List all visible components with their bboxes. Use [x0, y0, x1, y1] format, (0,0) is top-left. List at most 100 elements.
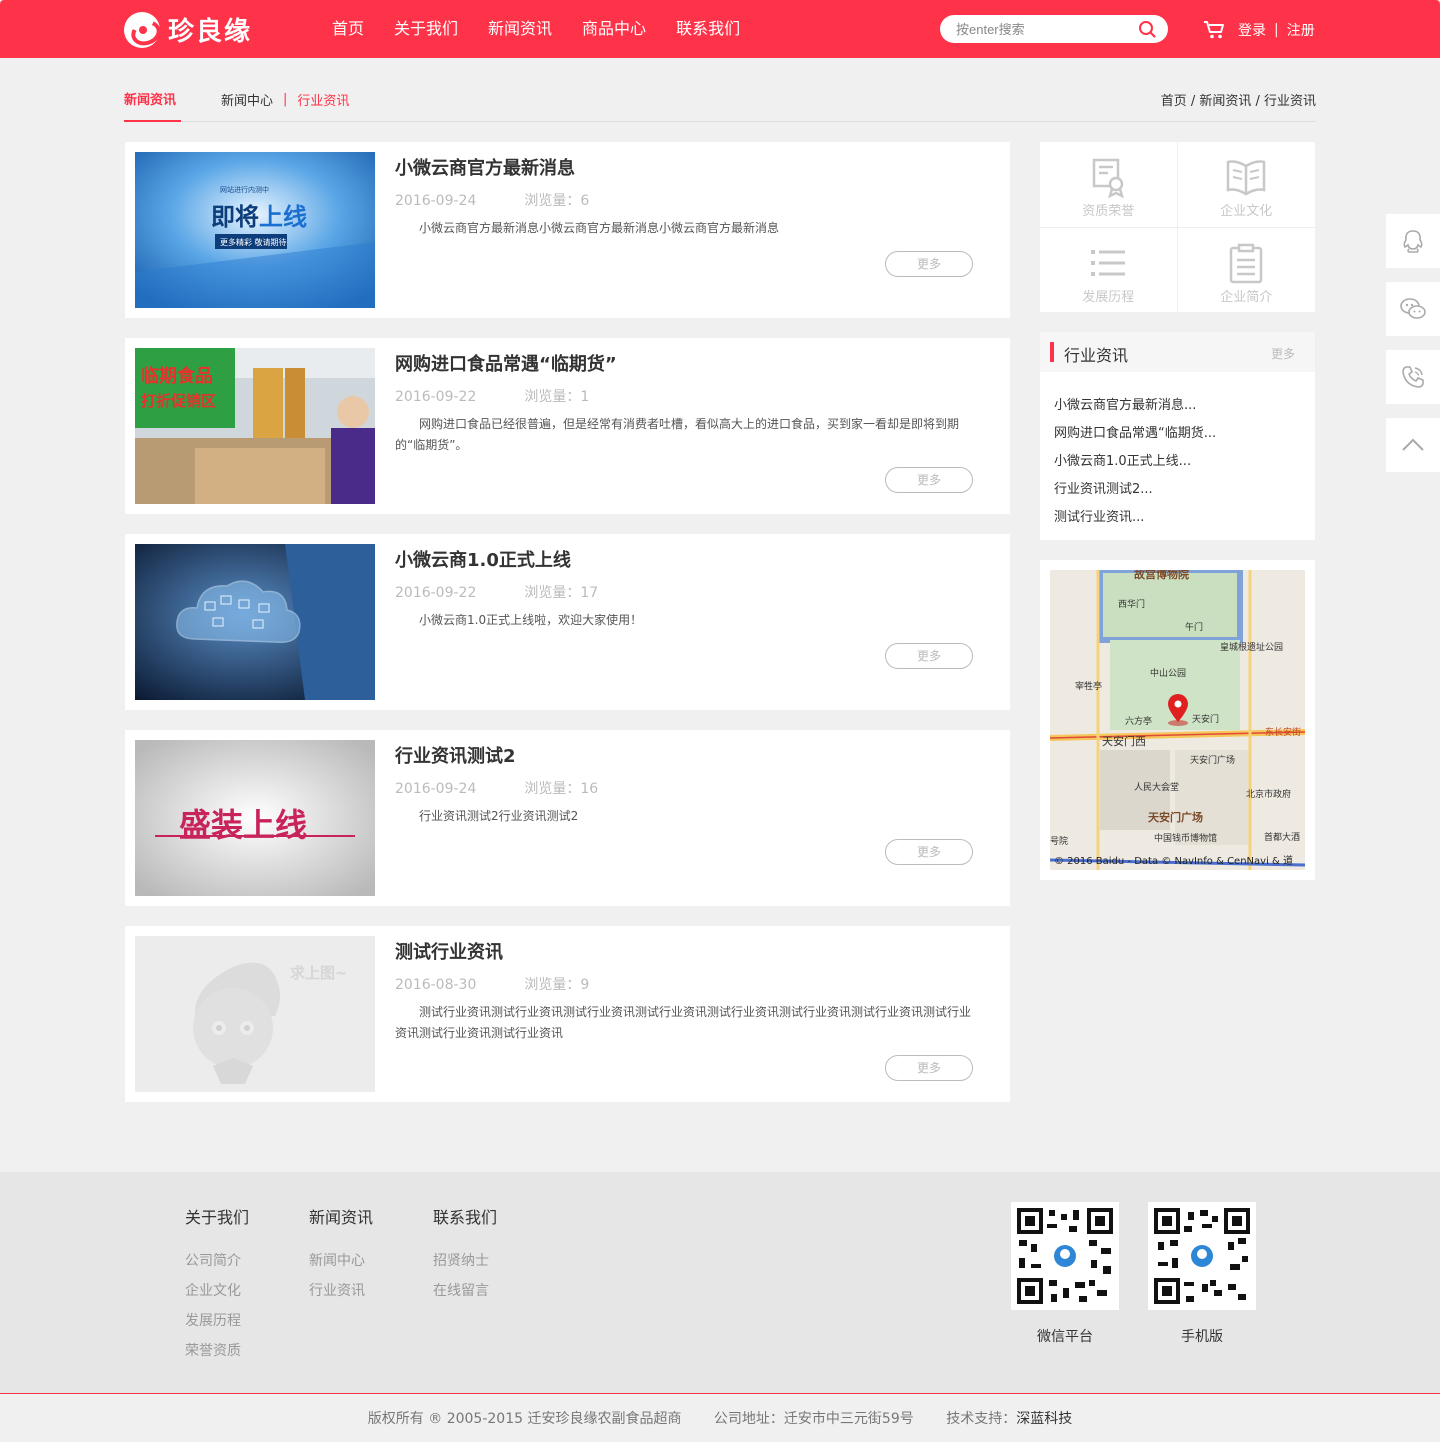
- nav-products[interactable]: 商品中心: [568, 0, 660, 58]
- map-label: 宰牲亭: [1075, 680, 1102, 692]
- list-item[interactable]: 行业资讯测试2...: [1054, 476, 1315, 504]
- more-button[interactable]: 更多: [885, 251, 973, 277]
- nav-news[interactable]: 新闻资讯: [474, 0, 566, 58]
- thumb-sign-text-1: 临期食品: [141, 365, 213, 387]
- footer-link[interactable]: 在线留言: [433, 1276, 497, 1306]
- article-title[interactable]: 小微云商官方最新消息: [395, 154, 575, 180]
- article-title[interactable]: 小微云商1.0正式上线: [395, 546, 571, 572]
- auth-links: 登录 | 注册: [1238, 20, 1315, 40]
- quick-link-label: 资质荣誉: [1082, 204, 1135, 219]
- article-title[interactable]: 行业资讯测试2: [395, 742, 516, 768]
- breadcrumb: 首页 / 新闻资讯 / 行业资讯: [1160, 94, 1316, 109]
- nav-about[interactable]: 关于我们: [380, 0, 472, 58]
- location-map[interactable]: 故宫博物院 西华门 午门 皇城根遗址公园 中山公园 宰牲亭 六方亭 天安门 天安…: [1050, 570, 1305, 870]
- map-label: 中山公园: [1150, 667, 1186, 679]
- book-icon: [1227, 160, 1266, 196]
- map-label: 天安门广场: [1148, 810, 1203, 824]
- list-item[interactable]: 小微云商1.0正式上线...: [1054, 448, 1315, 476]
- footer-link[interactable]: 行业资讯: [309, 1276, 373, 1306]
- tech-support-label: 技术支持：: [946, 1411, 1017, 1427]
- article-thumbnail[interactable]: 盛装上线: [135, 740, 375, 896]
- footer-link[interactable]: 企业文化: [185, 1276, 249, 1306]
- more-button[interactable]: 更多: [885, 643, 973, 669]
- footer-col-title: 新闻资讯: [309, 1208, 374, 1227]
- map-panel: 故宫博物院 西华门 午门 皇城根遗址公园 中山公园 宰牲亭 六方亭 天安门 天安…: [1040, 560, 1315, 880]
- search-input[interactable]: [956, 19, 1126, 39]
- quick-link-profile[interactable]: 企业简介: [1178, 228, 1316, 313]
- thumb-small-text: 网站进行内测中: [220, 185, 269, 194]
- article-card: 盛装上线 行业资讯测试2 2016-09-24 浏览量：16 行业资讯测试2行业资…: [125, 730, 1010, 906]
- article-summary: 行业资讯测试2行业资讯测试2: [419, 809, 579, 823]
- back-to-top-button[interactable]: [1386, 418, 1440, 472]
- tech-support-link[interactable]: 深蓝科技: [1016, 1411, 1072, 1427]
- article-date: 2016-09-24: [395, 193, 477, 209]
- article-title[interactable]: 测试行业资讯: [395, 938, 503, 964]
- more-button[interactable]: 更多: [885, 1055, 973, 1081]
- chevron-up-icon: [1402, 438, 1424, 451]
- quick-link-qualifications[interactable]: 资质荣誉: [1040, 142, 1178, 228]
- footer-link[interactable]: 新闻中心: [309, 1246, 373, 1276]
- float-wechat-button[interactable]: [1386, 282, 1440, 336]
- login-link[interactable]: 登录: [1238, 20, 1266, 40]
- article-thumbnail[interactable]: 临期食品 打折促销区: [135, 348, 375, 504]
- article-date: 2016-09-22: [395, 585, 477, 601]
- footer-col-about: 关于我们 公司简介 企业文化 发展历程 荣誉资质: [185, 1204, 249, 1366]
- more-button[interactable]: 更多: [885, 839, 973, 865]
- float-qq-button[interactable]: [1386, 214, 1440, 268]
- register-link[interactable]: 注册: [1287, 20, 1315, 40]
- article-meta: 2016-09-24 浏览量：16: [395, 778, 598, 798]
- copyright-bar: 版权所有 ® 2005-2015 迁安珍良缘农副食品超商 公司地址：迁安市中三元…: [0, 1408, 1440, 1428]
- cart-icon[interactable]: [1203, 20, 1225, 40]
- list-item[interactable]: 网购进口食品常遇“临期货...: [1054, 420, 1315, 448]
- footer-link[interactable]: 公司简介: [185, 1246, 249, 1276]
- footer-col-contact: 联系我们 招贤纳士 在线留言: [433, 1204, 497, 1306]
- article-views: 浏览量：17: [524, 585, 599, 601]
- map-label: 午门: [1185, 621, 1203, 633]
- quick-link-culture[interactable]: 企业文化: [1177, 142, 1315, 228]
- footer-col-title: 联系我们: [433, 1208, 498, 1227]
- footer-link[interactable]: 发展历程: [185, 1306, 249, 1336]
- qr-mobile: 手机版: [1148, 1202, 1256, 1346]
- map-label: 北京市政府: [1246, 788, 1291, 800]
- map-label: 中国钱币博物馆: [1154, 832, 1217, 844]
- cloud-launch-image: [135, 544, 375, 700]
- float-phone-button[interactable]: [1386, 350, 1440, 404]
- qr-code-icon: [1011, 1202, 1119, 1310]
- panel-title: 行业资讯: [1064, 346, 1129, 365]
- subnav-industry-news[interactable]: 行业资讯: [297, 90, 349, 109]
- article-summary: 网购进口食品已经很普遍，但是经常有消费者吐槽，看似高大上的进口食品，买到家一看却…: [395, 417, 960, 452]
- list-item[interactable]: 测试行业资讯...: [1054, 504, 1315, 532]
- subnav-news-center[interactable]: 新闻中心: [221, 90, 273, 109]
- more-button[interactable]: 更多: [885, 467, 973, 493]
- article-thumbnail[interactable]: [135, 544, 375, 700]
- certificate-icon: [1093, 158, 1125, 198]
- thumb-big-text-2: 上线: [259, 203, 307, 231]
- map-label: 天安门: [1192, 713, 1219, 725]
- map-label: 天安门西: [1102, 734, 1146, 748]
- article-thumbnail[interactable]: 网站进行内测中 即将 上线 更多精彩 敬请期待: [135, 152, 375, 308]
- list-item[interactable]: 小微云商官方最新消息...: [1054, 392, 1315, 420]
- qr-caption: 微信平台: [1037, 1329, 1093, 1345]
- logo[interactable]: 珍良缘: [124, 11, 252, 48]
- footer-link[interactable]: 荣誉资质: [185, 1336, 249, 1366]
- site-footer: 关于我们 公司简介 企业文化 发展历程 荣誉资质 新闻资讯 新闻中心 行业资讯 …: [0, 1172, 1440, 1394]
- company-address: 公司地址：迁安市中三元街59号: [713, 1411, 914, 1427]
- article-thumbnail[interactable]: 求上图~: [135, 936, 375, 1092]
- article-meta: 2016-09-22 浏览量：17: [395, 582, 598, 602]
- map-label: 人民大会堂: [1134, 781, 1179, 793]
- article-views: 浏览量：16: [524, 781, 599, 797]
- article-title[interactable]: 网购进口食品常遇“临期货”: [395, 350, 617, 376]
- nav-home[interactable]: 首页: [318, 0, 378, 58]
- footer-link[interactable]: 招贤纳士: [433, 1246, 497, 1276]
- top-header: 珍良缘 首页 关于我们 新闻资讯 商品中心 联系我们 登录 | 注册: [0, 0, 1440, 58]
- map-label: 故宫博物院: [1134, 570, 1189, 581]
- qr-code-icon: [1148, 1202, 1256, 1310]
- news-list: 小微云商官方最新消息... 网购进口食品常遇“临期货... 小微云商1.0正式上…: [1040, 372, 1315, 532]
- nav-contact[interactable]: 联系我们: [662, 0, 754, 58]
- panel-more-link[interactable]: 更多: [1271, 345, 1295, 362]
- expiring-food-image: 临期食品 打折促销区: [135, 348, 375, 504]
- coming-soon-image: 网站进行内测中 即将 上线 更多精彩 敬请期待: [135, 152, 375, 308]
- map-label: 六方亭: [1125, 715, 1152, 727]
- search-icon[interactable]: [1138, 20, 1156, 38]
- quick-link-history[interactable]: 发展历程: [1040, 227, 1178, 312]
